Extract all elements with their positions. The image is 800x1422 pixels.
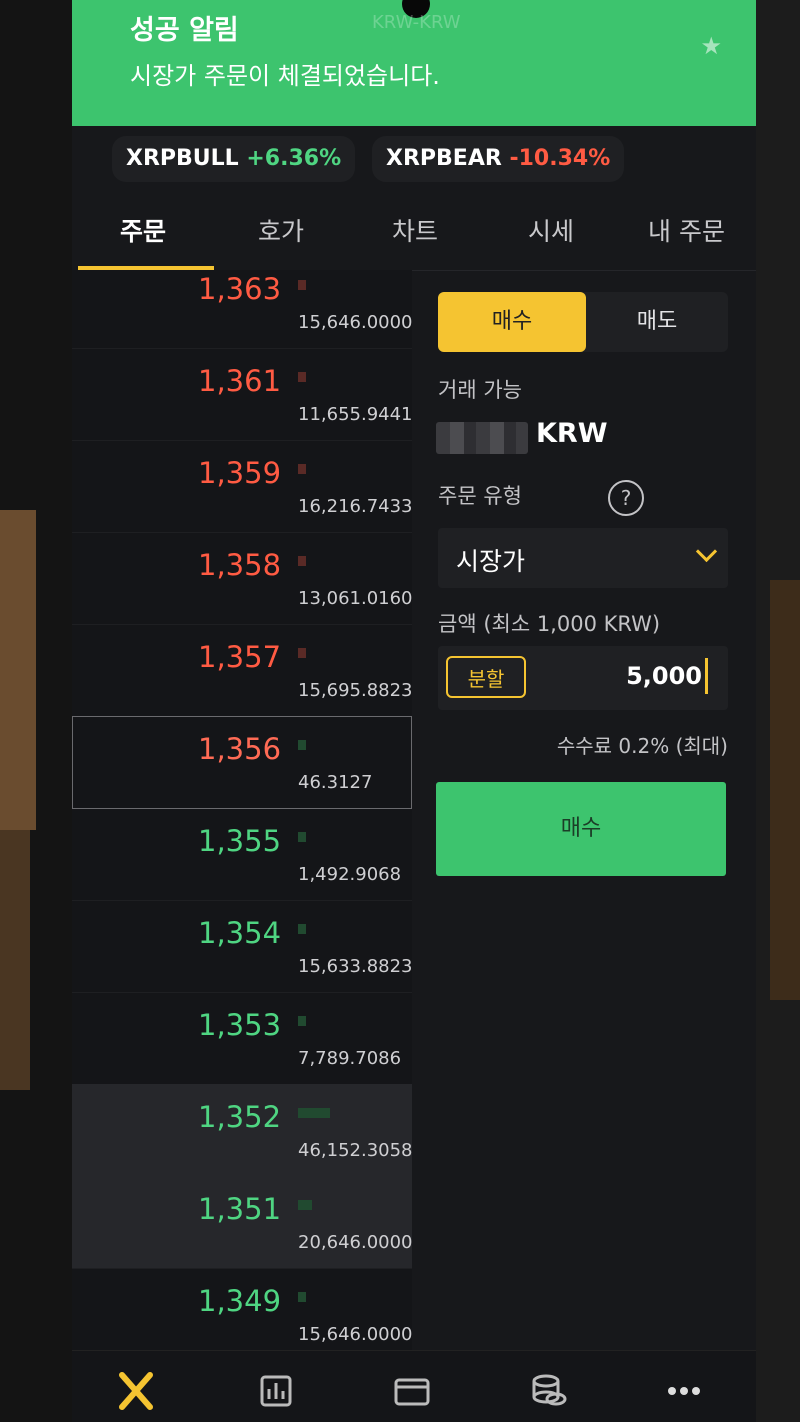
split-button[interactable]: 분할 [446,656,526,698]
amount-label: 금액 (최소 1,000 KRW) [438,612,661,636]
depth-bar [298,740,306,750]
orderbook-row[interactable]: 1,352 46,152.3058 [72,1084,413,1177]
depth-bar [298,1108,330,1118]
orderbook-price: 1,357 [198,640,282,674]
ticker-xrpbull[interactable]: XRPBULL +6.36% [112,136,356,182]
bar-chart-icon[interactable] [256,1371,296,1411]
orderbook-quantity: 46,152.3058 [298,1140,413,1161]
orderbook-row[interactable]: 1,351 20,646.0000 [72,1176,413,1269]
chevron-down-icon [695,540,718,563]
amount-value: 5,000 [626,662,702,690]
ticker-change: -10.34% [509,146,611,171]
x-logo-icon[interactable] [116,1371,156,1411]
orderbook-price: 1,355 [198,824,282,858]
tab-order[interactable]: 주문 [120,212,166,248]
orderbook-price: 1,349 [198,1284,282,1318]
orderbook-row[interactable]: 1,359 16,216.7433 [72,440,413,533]
depth-bar [298,1016,306,1026]
orderbook-quantity: 13,061.0160 [298,588,413,609]
orderbook-price: 1,361 [198,364,282,398]
orderbook-price: 1,354 [198,916,282,950]
buy-tab[interactable]: 매수 [438,292,586,352]
orderbook-price: 1,363 [198,272,282,306]
orderbook-row[interactable]: 1,363 15,646.0000 [72,256,413,349]
orderbook-row[interactable]: 1,358 13,061.0160 [72,532,413,625]
orderbook-row[interactable]: 1,361 11,655.9441 [72,348,413,441]
help-icon[interactable]: ? [608,480,644,516]
orderbook-price: 1,356 [198,732,282,766]
depth-bar [298,1292,306,1302]
tab-chart[interactable]: 차트 [392,212,438,248]
orderbook-quantity: 11,655.9441 [298,404,413,425]
depth-bar [298,648,306,658]
sell-tab[interactable]: 매도 [586,292,728,352]
depth-bar [298,556,306,566]
star-icon[interactable]: ★ [700,32,722,60]
phone-bezel-right [756,0,800,1422]
ticker-change: +6.36% [246,146,342,171]
tab-orderbook[interactable]: 호가 [258,212,304,248]
notification-title: 성공 알림 [130,15,239,46]
related-tickers: XRPBULL +6.36% XRPBEAR -10.34% [72,128,756,188]
orderbook-quantity: 15,646.0000 [298,312,413,333]
tab-market[interactable]: 시세 [528,212,574,248]
orderbook-price: 1,351 [198,1192,282,1226]
depth-bar [298,372,306,382]
orderbook-quantity: 7,789.7086 [298,1048,402,1069]
orderbook-price: 1,359 [198,456,282,490]
orderbook-price: 1,352 [198,1100,282,1134]
depth-bar [298,280,306,290]
balance-currency: KRW [536,418,608,449]
coins-icon[interactable] [528,1371,568,1411]
phone-bezel-left [0,0,72,1422]
orderbook-row[interactable]: 1,349 15,646.0000 [72,1268,413,1361]
tab-my-orders[interactable]: 내 주문 [648,212,725,248]
more-icon[interactable] [664,1371,704,1411]
blurred-balance [436,422,528,454]
success-notification[interactable]: KRW-KRW 성공 알림 시장가 주문이 체결되었습니다. ★ [72,0,756,126]
depth-bar [298,832,306,842]
depth-bar [298,924,306,934]
orderbook: 1,363 15,646.0000 1,361 11,655.9441 1,359 16,… [72,270,413,1361]
orderbook-price: 1,353 [198,1008,282,1042]
orderbook-row[interactable]: 1,354 15,633.8823 [72,900,413,993]
depth-bar [298,1200,312,1210]
ticker-symbol: XRPBULL [126,146,239,171]
orderbook-quantity: 20,646.0000 [298,1232,413,1253]
orderbook-price: 1,358 [198,548,282,582]
orderbook-quantity: 15,695.8823 [298,680,413,701]
text-cursor [705,658,708,694]
orderbook-quantity: 15,633.8823 [298,956,413,977]
amount-input[interactable]: 분할 5,000 [438,646,728,710]
buy-submit-button[interactable]: 매수 [436,782,726,876]
phone-screen: KRW-KRW 성공 알림 시장가 주문이 체결되었습니다. ★ XRPBULL… [72,0,756,1422]
notification-message: 시장가 주문이 체결되었습니다. [130,62,440,90]
ticker-symbol: XRPBEAR [386,146,502,171]
wallet-icon[interactable] [392,1371,432,1411]
orderbook-row[interactable]: 1,356 46.3127 [72,716,412,809]
orderbook-quantity: 46.3127 [298,772,373,793]
fee-info: 수수료 0.2% (최대) [556,734,728,758]
depth-bar [298,464,306,474]
orderbook-row[interactable]: 1,357 15,695.8823 [72,624,413,717]
orderbook-quantity: 15,646.0000 [298,1324,413,1345]
orderbook-row[interactable]: 1,353 7,789.7086 [72,992,412,1085]
order-type-value: 시장가 [456,547,526,576]
ticker-xrpbear[interactable]: XRPBEAR -10.34% [372,136,625,182]
bottom-nav [72,1350,756,1422]
available-label: 거래 가능 [438,378,522,402]
order-type-label: 주문 유형 [438,484,522,508]
orderbook-quantity: 16,216.7433 [298,496,413,517]
buy-sell-toggle: 매수 매도 [438,292,728,352]
orderbook-quantity: 1,492.9068 [298,864,402,885]
notification-background-text: KRW-KRW [372,12,461,33]
order-type-select[interactable]: 시장가 [438,528,728,588]
orderbook-row[interactable]: 1,355 1,492.9068 [72,808,412,901]
